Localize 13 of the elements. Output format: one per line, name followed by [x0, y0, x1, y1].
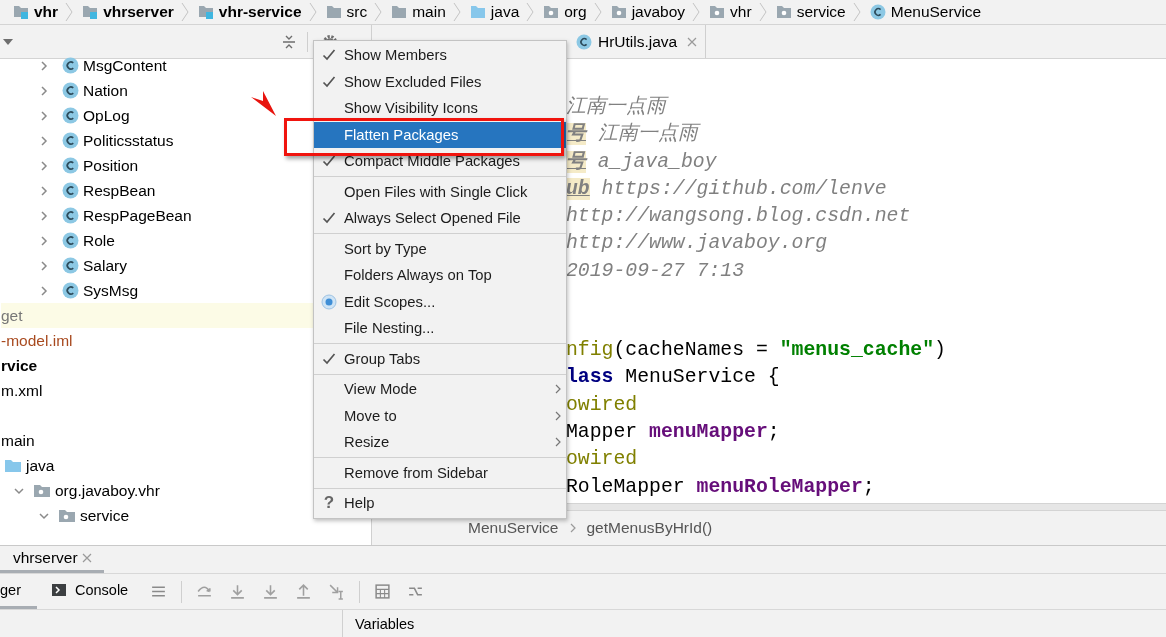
code-line: 2019-09-27 7:13	[566, 258, 745, 284]
code-line: nfig(cacheNames = "menus_cache")	[566, 338, 946, 364]
code-line: ub https://github.com/lenve	[566, 176, 887, 202]
code-line: Mapper menuMapper;	[566, 419, 780, 445]
help-icon: ?	[323, 493, 335, 514]
code-line: owired	[566, 447, 638, 473]
code-line: lass MenuService {	[566, 365, 780, 391]
pane-title: Variables	[355, 615, 415, 632]
code-line: http://www.javaboy.org	[566, 231, 828, 257]
code-line: owired	[566, 392, 638, 418]
code-line: http://wangsong.blog.csdn.net	[566, 204, 911, 230]
code-line: 号 a_java_boy	[566, 149, 717, 175]
code-line: RoleMapper menuRoleMapper;	[566, 474, 875, 500]
